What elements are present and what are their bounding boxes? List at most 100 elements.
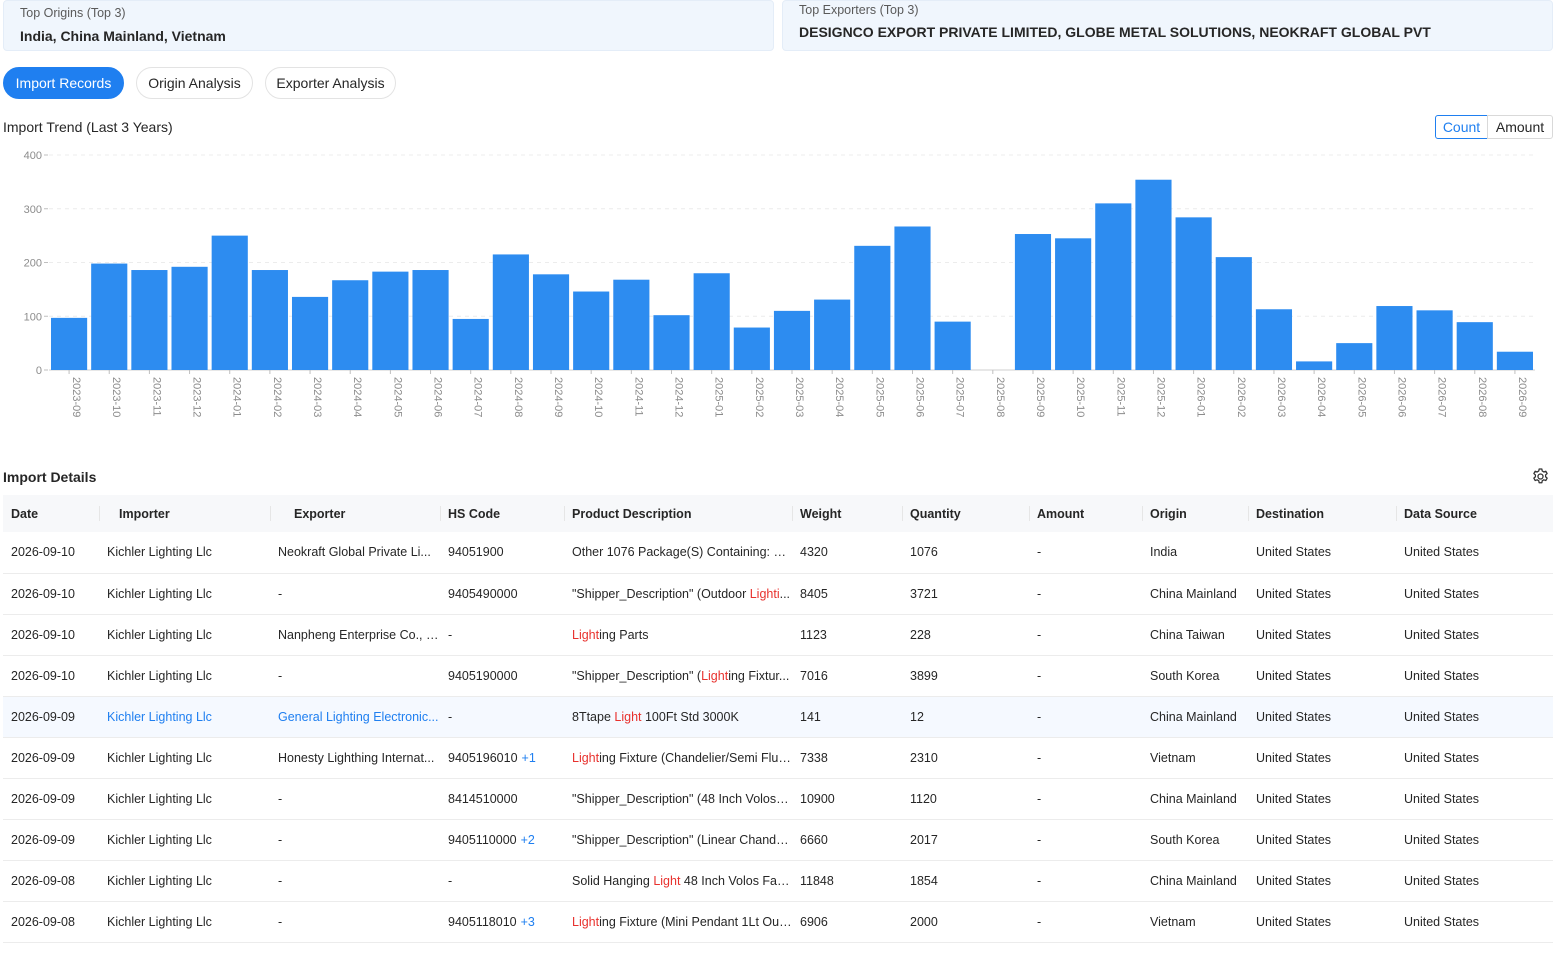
amount-cell: - — [1037, 832, 1042, 847]
weight-cell: 10900 — [800, 791, 835, 806]
table-row[interactable]: 2026-09-08 Kichler Lighting Llc -940511801… — [3, 901, 1553, 942]
hs-code-value: - — [448, 873, 453, 888]
importer-cell[interactable]: Kichler Lighting Llc — [99, 573, 270, 614]
tab-import-records[interactable]: Import Records — [3, 67, 124, 99]
bar-2026-07 — [1416, 310, 1453, 370]
amount-toggle-button[interactable]: Amount — [1487, 115, 1553, 139]
bar-2024-09 — [532, 274, 570, 370]
destination-cell: United States — [1256, 750, 1332, 765]
destination-cell: United States — [1256, 668, 1332, 683]
bar-2025-10 — [1055, 238, 1092, 370]
hs-code-value: - — [448, 627, 453, 642]
importer-cell[interactable]: Kichler Lighting Llc — [99, 655, 270, 696]
importer-cell[interactable]: Kichler Lighting Llc — [99, 778, 270, 819]
tab-exporter-analysis[interactable]: Exporter Analysis — [265, 67, 396, 99]
x-tick-label: 2024-12 — [673, 377, 685, 417]
quantity-cell: 1076 — [910, 545, 938, 560]
importer-cell[interactable]: Kichler Lighting Llc — [99, 901, 270, 942]
x-tick-label: 2023-09 — [70, 377, 82, 417]
column-header-importer[interactable]: Importer — [99, 495, 270, 532]
weight-cell: 4320 — [800, 545, 828, 560]
column-header-amount[interactable]: Amount — [1029, 495, 1142, 532]
hs-code-value: 9405190000 — [448, 668, 518, 683]
hs-code-more-link[interactable]: +2 — [521, 833, 535, 847]
product-description-cell: "Shipper_Description" (Outdoor Lighti... — [564, 573, 792, 614]
table-row[interactable]: 2026-09-10 Kichler Lighting Llc -940519000… — [3, 655, 1553, 696]
weight-cell: 8405 — [800, 586, 828, 601]
tab-origin-analysis[interactable]: Origin Analysis — [136, 67, 253, 99]
exporter-cell: - — [278, 873, 283, 888]
exporter-cell[interactable]: Neokraft Global Private Li... — [270, 532, 440, 573]
column-header-product-description[interactable]: Product Description — [564, 495, 792, 532]
importer-cell[interactable]: Kichler Lighting Llc — [99, 819, 270, 860]
importer-cell[interactable]: Kichler Lighting Llc — [99, 737, 270, 778]
y-tick-label: 400 — [24, 150, 42, 162]
date-cell: 2026-09-10 — [11, 586, 75, 601]
column-header-quantity[interactable]: Quantity — [902, 495, 1029, 532]
importer-cell[interactable]: Kichler Lighting Llc — [99, 860, 270, 901]
bar-2026-04 — [1296, 361, 1333, 370]
table-row[interactable]: 2026-09-09 Kichler Lighting Llc -841451000… — [3, 778, 1553, 819]
count-toggle-button[interactable]: Count — [1435, 115, 1488, 139]
amount-cell: - — [1037, 627, 1042, 642]
table-row[interactable]: 2026-09-10 Kichler Lighting Llc Nanpheng E… — [3, 614, 1553, 655]
column-header-destination[interactable]: Destination — [1248, 495, 1396, 532]
bar-2026-02 — [1215, 257, 1252, 370]
exporter-cell[interactable]: General Lighting Electronic... — [270, 696, 440, 737]
description-text: "Shipper_Description" (Outdoor — [572, 586, 750, 601]
x-tick-label: 2026-07 — [1436, 377, 1448, 417]
column-header-weight[interactable]: Weight — [792, 495, 902, 532]
x-tick-label: 2026-09 — [1516, 377, 1528, 417]
amount-cell: - — [1037, 668, 1042, 683]
bar-2026-06 — [1376, 306, 1413, 370]
data-source-cell: United States — [1404, 832, 1480, 847]
x-tick-label: 2024-11 — [632, 377, 644, 417]
quantity-cell: 1854 — [910, 873, 938, 888]
destination-cell: United States — [1256, 791, 1332, 806]
table-row[interactable]: 2026-09-09 Kichler Lighting Llc - 940511000… — [3, 819, 1553, 860]
hs-code-more-link[interactable]: +1 — [522, 751, 536, 765]
hs-code-value: 9405490000 — [448, 586, 518, 601]
exporter-cell[interactable]: Nanpheng Enterprise Co., L... — [270, 614, 440, 655]
keyword-highlight: Light — [701, 668, 729, 683]
column-header-origin[interactable]: Origin — [1142, 495, 1248, 532]
bar-2023-10 — [91, 263, 128, 370]
bar-2024-04 — [332, 280, 369, 370]
destination-cell: United States — [1256, 832, 1332, 847]
column-header-exporter[interactable]: Exporter — [270, 495, 440, 532]
gear-icon[interactable] — [1531, 467, 1550, 486]
bar-2026-09 — [1496, 351, 1533, 370]
table-row[interactable]: 2026-09-10 Kichler Lighting Llc Neokraft G… — [3, 532, 1553, 573]
importer-cell[interactable]: Kichler Lighting Llc — [99, 614, 270, 655]
destination-cell: United States — [1256, 627, 1332, 642]
exporter-cell[interactable]: Honesty Lighthing Internat... — [270, 737, 440, 778]
quantity-cell: 2017 — [910, 832, 938, 847]
amount-cell: - — [1037, 791, 1042, 806]
importer-cell[interactable]: Kichler Lighting Llc — [99, 532, 270, 573]
table-row[interactable]: 2026-09-10 Kichler Lighting Llc -940549000… — [3, 573, 1553, 614]
hs-code-cell: 9405110000 +2 — [440, 819, 564, 860]
table-row[interactable]: 2026-09-09 Kichler Lighting Llc General Li… — [3, 696, 1553, 737]
date-cell: 2026-09-08 — [11, 873, 75, 888]
bar-2025-01 — [693, 273, 730, 370]
bar-2024-11 — [613, 279, 650, 370]
top-exporters-card: Top Exporters (Top 3) DESIGNCO EXPORT PR… — [782, 0, 1553, 51]
importer-cell[interactable]: Kichler Lighting Llc — [99, 696, 270, 737]
x-tick-label: 2026-08 — [1476, 377, 1488, 417]
hs-code-more-link[interactable]: +3 — [521, 915, 535, 929]
column-header-hs-code[interactable]: HS Code — [440, 495, 564, 532]
amount-cell: - — [1037, 873, 1042, 888]
table-row[interactable]: 2026-09-08 Kichler Lighting Llc - - Solid Ha… — [3, 860, 1553, 901]
x-tick-label: 2024-09 — [552, 377, 564, 417]
date-cell: 2026-09-09 — [11, 709, 75, 724]
bar-2024-03 — [291, 296, 329, 370]
date-cell: 2026-09-09 — [11, 832, 75, 847]
column-header-data-source[interactable]: Data Source — [1396, 495, 1553, 532]
description-text: ing Fixtur... — [728, 668, 790, 683]
table-row[interactable]: 2026-09-09 Kichler Lighting Llc Honesty Li… — [3, 737, 1553, 778]
bar-2025-07 — [934, 321, 971, 370]
column-header-date[interactable]: Date — [3, 495, 99, 532]
hs-code-cell: 9405190000 — [440, 655, 564, 696]
hs-code-cell: 9405196010 +1 — [440, 737, 564, 778]
origin-cell: China Mainland — [1150, 791, 1237, 806]
